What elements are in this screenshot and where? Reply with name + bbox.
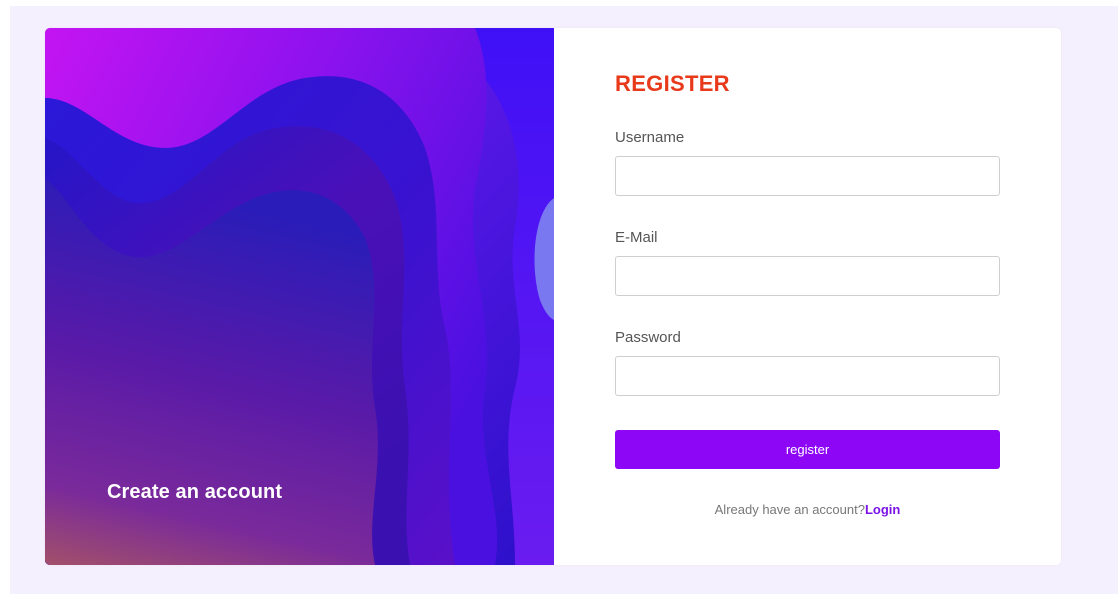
register-card: Create an account REGISTER Username E-Ma… [45,28,1061,565]
form-title: REGISTER [615,71,730,96]
password-label: Password [615,329,681,346]
register-button[interactable]: register [615,430,1000,469]
login-link[interactable]: Login [865,502,900,517]
username-label: Username [615,129,685,146]
username-input[interactable] [615,156,1000,196]
email-input[interactable] [615,256,1000,296]
email-label: E-Mail [615,229,658,246]
login-prompt-text: Already have an account? [714,502,865,517]
create-account-caption: Create an account [107,481,283,503]
login-prompt-line: Already have an account?Login [615,502,1000,517]
password-input[interactable] [615,356,1000,396]
art-panel: Create an account [45,28,554,565]
register-form: REGISTER Username E-Mail Password regist… [554,28,1061,565]
